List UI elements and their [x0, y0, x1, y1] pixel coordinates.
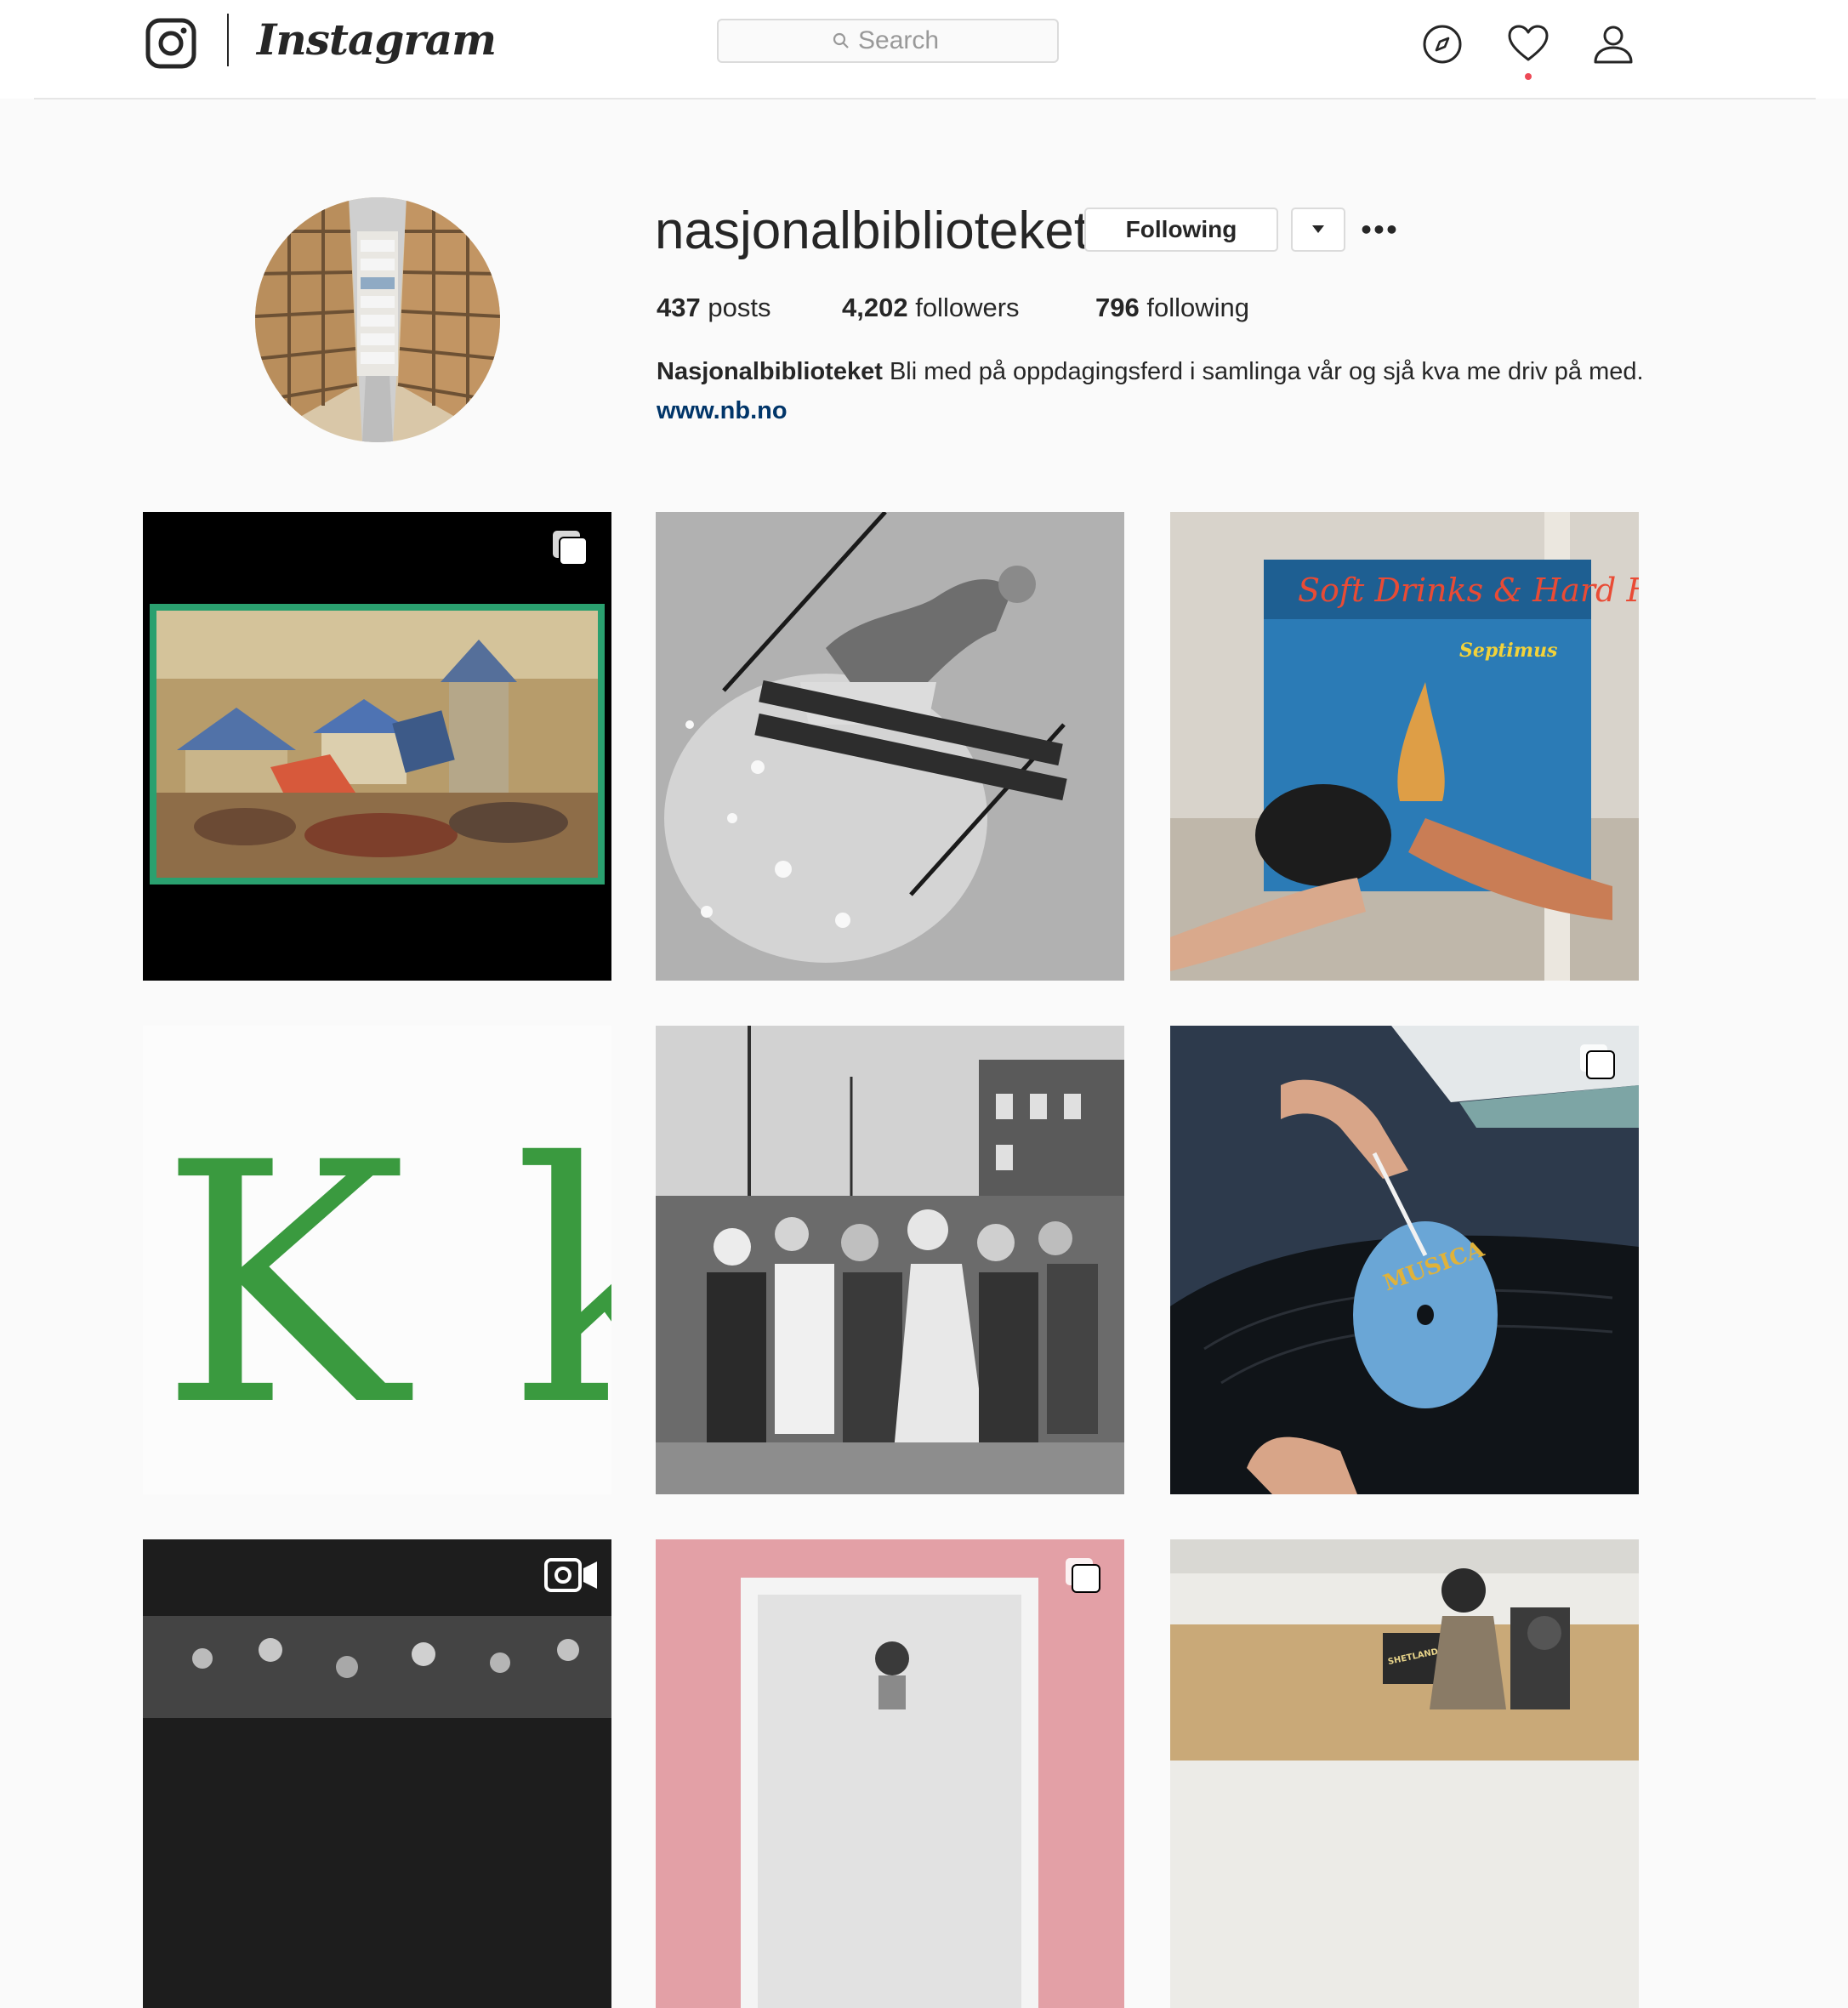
- post-image-street-video: [143, 1539, 611, 2008]
- instagram-camera-icon[interactable]: [145, 17, 197, 70]
- instagram-wordmark[interactable]: Instagram: [257, 10, 497, 70]
- compass-icon[interactable]: [1420, 22, 1464, 66]
- more-options-button[interactable]: •••: [1358, 214, 1400, 245]
- ellipsis-icon: •••: [1358, 215, 1400, 244]
- following-count-number: 796: [1095, 293, 1140, 322]
- logo-divider: [227, 14, 229, 66]
- bio-text: Bli med på oppdagingsferd i samlinga vår…: [889, 358, 1548, 385]
- user-icon[interactable]: [1591, 22, 1635, 66]
- album-title-text: Soft Drinks & Hard Fights: [1298, 572, 1639, 609]
- post-tile-9[interactable]: SHETLANDS GJENGEN: [1170, 1539, 1639, 2008]
- album-artist-text: Septimus: [1459, 640, 1557, 662]
- post-image-record: MUSICA: [1170, 1026, 1639, 1494]
- post-tile-6[interactable]: MUSICA: [1170, 1026, 1639, 1494]
- heart-icon[interactable]: [1506, 22, 1550, 66]
- followers-count-label: followers: [915, 293, 1020, 322]
- post-tile-1[interactable]: [143, 512, 611, 981]
- post-image-projector-room: SHETLANDS GJENGEN: [1170, 1539, 1639, 2008]
- following-count-label: following: [1146, 293, 1249, 322]
- profile-username: nasjonalbiblioteket: [655, 202, 1089, 260]
- post-image-crowd: [656, 1026, 1124, 1494]
- top-navigation-bar: Instagram: [0, 0, 1848, 99]
- post-tile-4[interactable]: K k: [143, 1026, 611, 1494]
- top-bar-border: [34, 98, 1816, 100]
- profile-avatar[interactable]: [255, 197, 500, 442]
- posts-count-label: posts: [708, 293, 771, 322]
- post-tile-8[interactable]: [656, 1539, 1124, 2008]
- post-tile-3[interactable]: Soft Drinks & Hard Fights Septimus: [1170, 512, 1639, 981]
- post-image-skier: [656, 512, 1124, 981]
- following-link[interactable]: 796 following: [1095, 289, 1249, 327]
- search-box[interactable]: [717, 19, 1059, 63]
- caret-down-icon: [1312, 225, 1324, 233]
- post-image-pink-portrait: [656, 1539, 1124, 2008]
- search-icon: [833, 32, 849, 48]
- following-button[interactable]: Following: [1084, 208, 1278, 252]
- followers-link[interactable]: 4,202 followers: [842, 289, 1020, 327]
- post-image-painting: [143, 512, 611, 981]
- bio-text-continued: på med.: [1554, 358, 1644, 385]
- bio-name: Nasjonalbiblioteket: [657, 358, 883, 385]
- notification-dot: [1525, 73, 1532, 80]
- posts-count: 437 posts: [657, 289, 770, 327]
- post-tile-7[interactable]: [143, 1539, 611, 2008]
- video-icon: [544, 1555, 600, 1596]
- post-image-vinyl-cover: Soft Drinks & Hard Fights Septimus: [1170, 512, 1639, 981]
- multi-photo-icon: [549, 527, 590, 568]
- letter-k-text: K k: [160, 1092, 611, 1478]
- followers-count-number: 4,202: [842, 293, 908, 322]
- post-tile-2[interactable]: [656, 512, 1124, 981]
- post-tile-5[interactable]: [656, 1026, 1124, 1494]
- post-image-letter-k: K k: [143, 1026, 611, 1494]
- suggestions-dropdown-button[interactable]: [1291, 208, 1345, 252]
- multi-photo-icon: [1577, 1041, 1618, 1082]
- bio-website-link[interactable]: www.nb.no: [657, 397, 788, 424]
- profile-bio: Nasjonalbiblioteket Bli med på oppdaging…: [657, 352, 1677, 430]
- multi-photo-icon: [1062, 1555, 1103, 1596]
- search-input[interactable]: [858, 26, 943, 55]
- posts-count-number: 437: [657, 293, 701, 322]
